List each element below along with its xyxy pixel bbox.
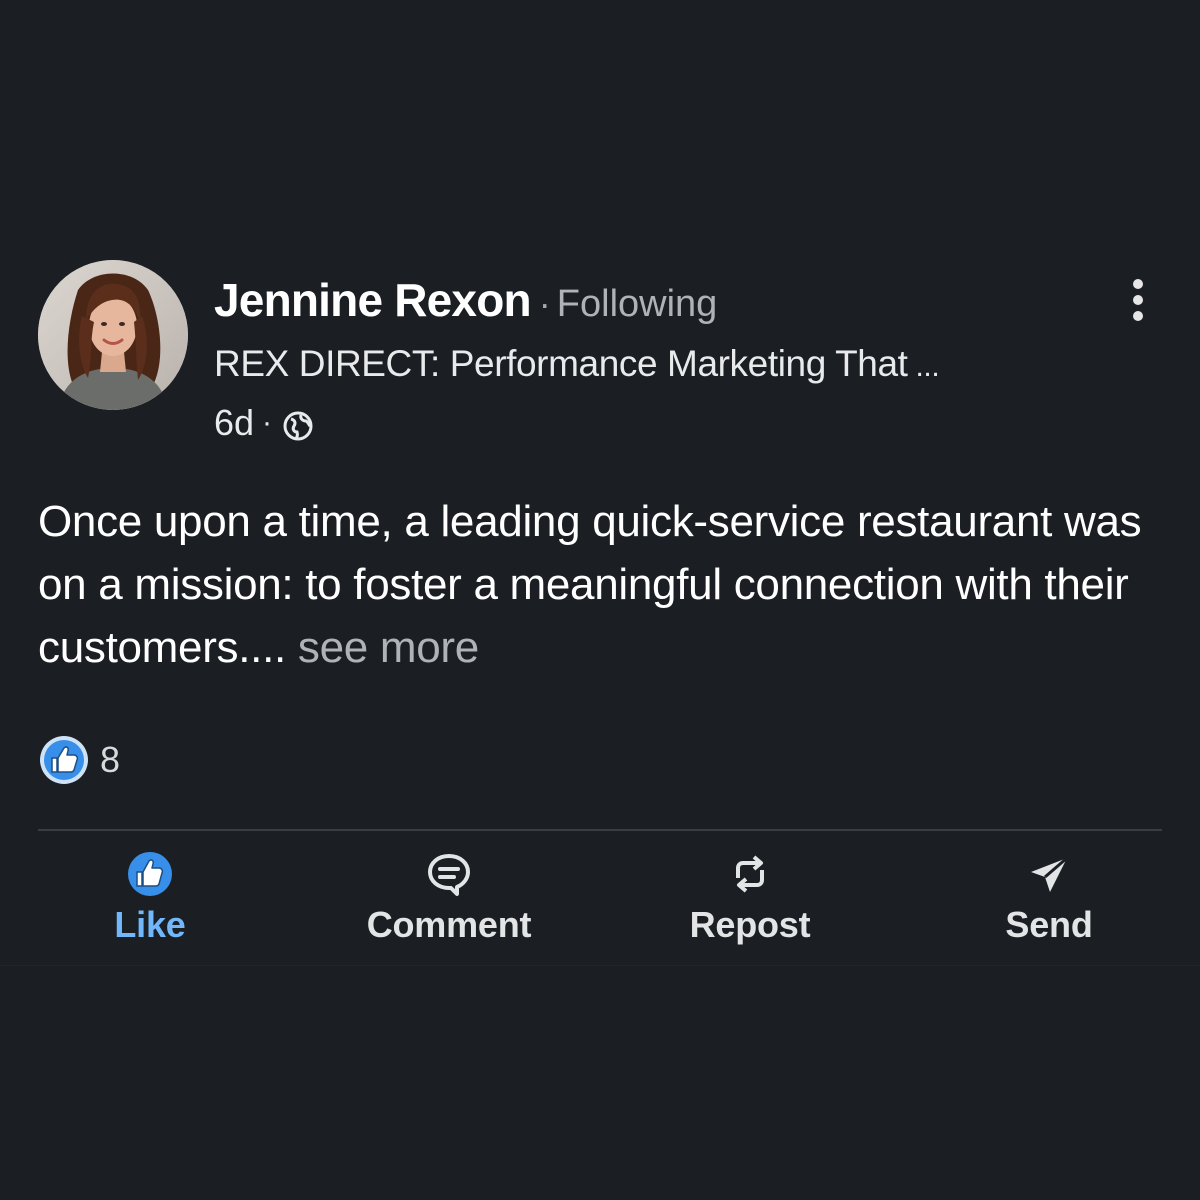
- author-avatar[interactable]: [38, 260, 188, 410]
- more-dot-icon: [1133, 311, 1143, 321]
- post-time: 6d: [214, 402, 255, 443]
- author-headline: REX DIRECT: Performance Marketing That .…: [214, 340, 1054, 391]
- follow-status[interactable]: Following: [557, 283, 718, 325]
- more-dot-icon: [1133, 295, 1143, 305]
- like-label: Like: [114, 904, 186, 945]
- reaction-count: 8: [100, 739, 121, 780]
- repost-button[interactable]: Repost: [600, 840, 900, 960]
- thumbs-up-icon: [128, 852, 172, 896]
- name-separator: ·: [538, 283, 551, 324]
- more-options-button[interactable]: [1118, 270, 1158, 330]
- like-reaction-icon: [40, 736, 88, 784]
- post-meta: 6d ·: [214, 400, 314, 446]
- meta-separator: ·: [262, 406, 273, 439]
- globe-icon: [283, 411, 313, 441]
- author-line: Jennine Rexon · Following: [214, 272, 717, 328]
- author-name[interactable]: Jennine Rexon: [214, 274, 532, 326]
- headline-ellipsis: ...: [907, 350, 940, 383]
- repost-label: Repost: [689, 904, 811, 945]
- post-body: Once upon a time, a leading quick-servic…: [38, 490, 1178, 679]
- like-button[interactable]: Like: [0, 840, 300, 960]
- feed-page: Jennine Rexon · Following REX DIRECT: Perf…: [0, 0, 1200, 1200]
- repost-icon: [736, 855, 764, 893]
- actions-divider: [38, 829, 1162, 831]
- avatar-photo: [38, 260, 188, 410]
- see-more-link[interactable]: see more: [298, 623, 479, 672]
- comment-icon: [428, 854, 470, 896]
- author-headline-text: REX DIRECT: Performance Marketing That: [214, 343, 908, 384]
- feed-post: Jennine Rexon · Following REX DIRECT: Perf…: [0, 0, 1200, 966]
- post-action-bar: Like Comment Repost Send: [0, 840, 1200, 960]
- comment-label: Comment: [366, 904, 532, 945]
- send-button[interactable]: Send: [899, 840, 1199, 960]
- comment-button[interactable]: Comment: [299, 840, 599, 960]
- send-icon: [1031, 856, 1068, 892]
- reactions-summary[interactable]: 8: [38, 734, 120, 786]
- send-label: Send: [1005, 904, 1093, 945]
- post-text: Once upon a time, a leading quick-servic…: [38, 497, 1142, 672]
- more-dot-icon: [1133, 279, 1143, 289]
